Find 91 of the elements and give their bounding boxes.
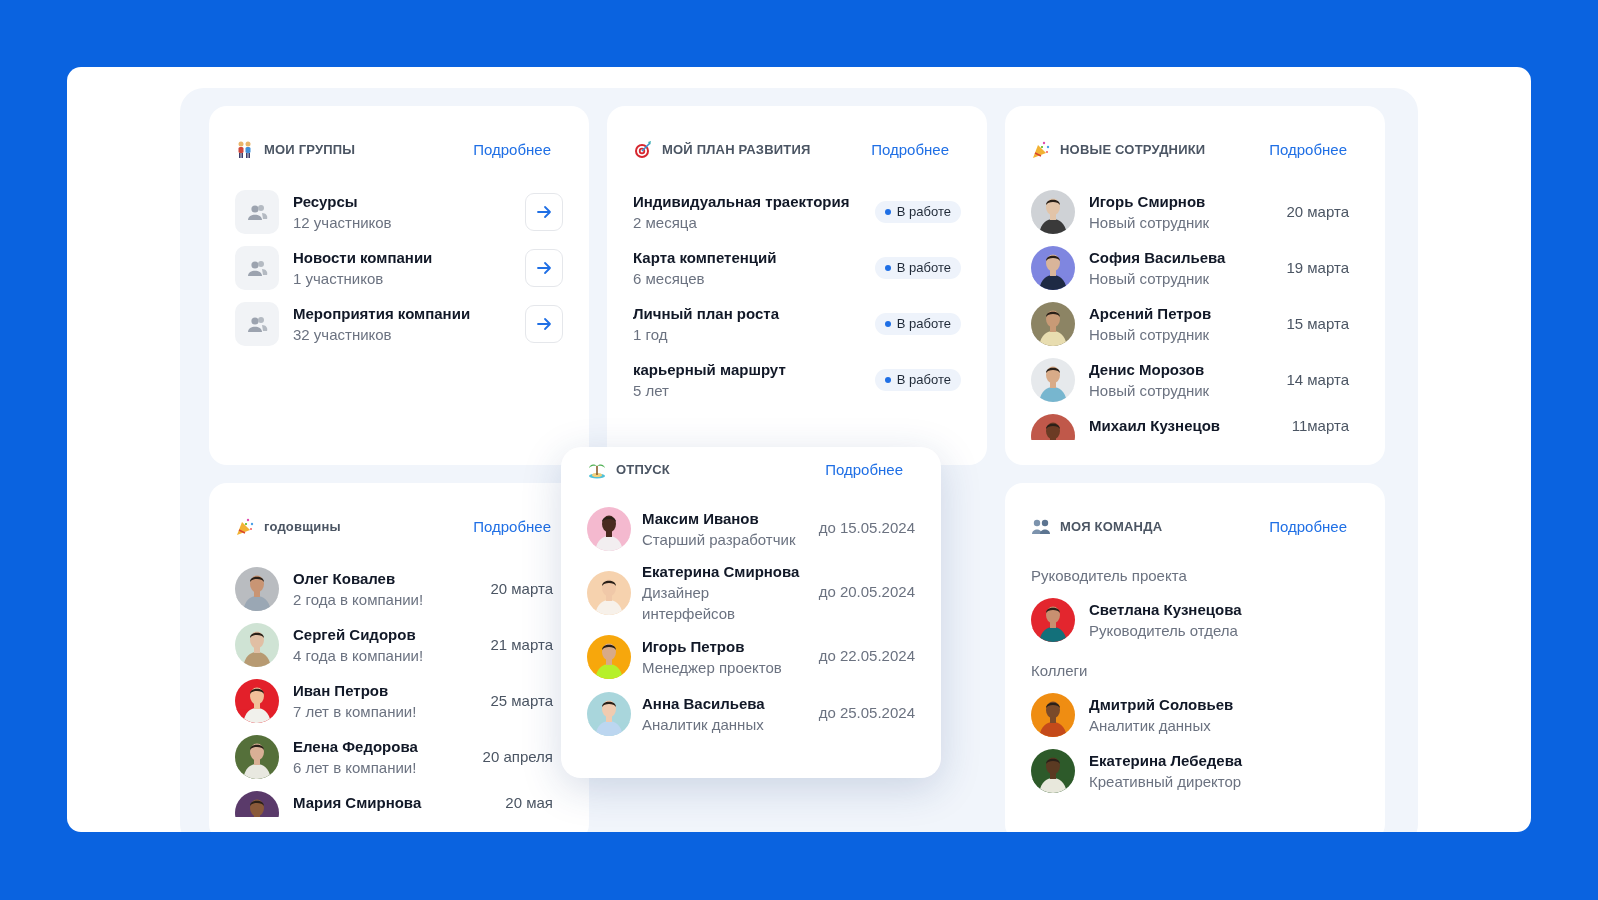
person-name: Арсений Петров [1089,304,1212,324]
person-subtitle: Аналитик данных [1089,716,1212,736]
plan-duration: 6 месяцев [633,269,706,289]
person-name: Анна Васильева [642,693,766,714]
group-name: Мероприятия компании [293,304,471,324]
person-name: Елена Федорова [293,737,418,757]
card-title: ОТПУСК [616,461,670,480]
open-group-button[interactable] [525,193,563,231]
plan-name: Личный план роста [633,304,780,324]
plan-duration: 5 лет [633,381,670,401]
person-subtitle: Менеджер проектов [642,657,783,678]
date-text: до 15.05.2024 [818,518,915,539]
open-group-button[interactable] [525,249,563,287]
open-group-button[interactable] [525,305,563,343]
person-name: Михаил Кузнецов [1089,416,1221,436]
status-badge: В работе [874,257,961,279]
person-subtitle: Новый сотрудник [1089,381,1210,401]
card-title: годовщины [264,518,341,537]
date-text: 20 апреля [482,746,553,767]
person-subtitle: Аналитик данных [642,714,765,735]
card-title: МОЙ ПЛАН РАЗВИТИЯ [662,141,811,160]
section-label: Руководитель проекта [1031,566,1188,586]
date-text: 14 марта [1286,369,1349,390]
person-subtitle: Старший разработчик [642,529,797,550]
person-subtitle: Новый сотрудник [1089,325,1211,345]
card-title: НОВЫЕ СОТРУДНИКИ [1060,141,1206,160]
date-text: 11марта [1291,416,1349,436]
group-members: 32 участников [293,325,393,345]
date-text: 21 марта [490,634,553,655]
date-text: 25 марта [490,690,553,711]
person-name: Иван Петров [293,681,390,701]
two-people-icon [1031,517,1051,537]
arrow-right-icon [536,260,552,276]
people-icon [246,315,268,333]
people-icon [246,203,268,221]
section-label: Коллеги [1031,661,1089,681]
details-link[interactable]: Подробнее [473,138,551,162]
person-subtitle: Креативный директор [1089,772,1242,792]
person-name: Дмитрий Соловьев [1089,695,1234,715]
date-text: 15 марта [1286,313,1349,334]
date-text: 20 марта [1286,201,1349,222]
date-text: 20 марта [490,578,553,599]
people-icon [246,259,268,277]
person-name: Екатерина Смирнова [642,562,801,582]
details-link[interactable]: Подробнее [1269,138,1347,162]
plan-duration: 1 год [633,325,669,345]
person-subtitle: Дизайнер интерфейсов [642,583,737,624]
person-name: Сергей Сидоров [293,625,417,645]
card-title: МОЯ КОМАНДА [1060,518,1163,537]
plan-name: Карта компетенций [633,248,777,268]
arrow-right-icon [536,204,552,220]
date-text: до 25.05.2024 [818,703,915,724]
person-name: Игорь Смирнов [1089,192,1207,212]
target-icon [633,140,653,160]
plan-name: карьерный маршрут [633,360,786,380]
person-subtitle: 6 лет в компании! [293,758,418,778]
status-badge: В работе [874,313,961,335]
date-text: до 20.05.2024 [818,582,915,603]
plan-name: Индивидуальная траектория [633,192,850,212]
date-text: 20 мая [505,793,553,813]
person-name: Игорь Петров [642,636,746,657]
status-badge: В работе [874,201,961,223]
person-name: Максим Иванов [642,508,760,529]
details-link[interactable]: Подробнее [825,458,903,482]
person-name: Мария Смирнова [293,793,422,813]
arrow-right-icon [536,316,552,332]
party-popper-icon [1031,140,1051,160]
plan-duration: 2 месяца [633,213,698,233]
group-name: Ресурсы [293,192,359,212]
person-name: София Васильева [1089,248,1226,268]
details-link[interactable]: Подробнее [473,515,551,539]
status-badge: В работе [874,369,961,391]
date-text: до 22.05.2024 [818,646,915,667]
card-title: МОИ ГРУППЫ [264,141,356,160]
party-popper-icon [235,517,255,537]
group-name: Новости компании [293,248,433,268]
person-subtitle: Новый сотрудник [1089,213,1210,233]
person-subtitle: Руководитель отдела [1089,621,1239,641]
person-name: Денис Морозов [1089,360,1206,380]
group-members: 12 участников [293,213,392,233]
details-link[interactable]: Подробнее [871,138,949,162]
details-link[interactable]: Подробнее [1269,515,1347,539]
person-name: Екатерина Лебедева [1089,751,1242,771]
person-name: Олег Ковалев [293,569,397,589]
person-subtitle: 2 года в компании! [293,590,424,610]
person-subtitle: Новый сотрудник [1089,269,1211,289]
person-subtitle: 4 года в компании! [293,646,424,666]
person-name: Светлана Кузнецова [1089,600,1242,620]
date-text: 19 марта [1286,257,1349,278]
group-members: 1 участников [293,269,385,289]
person-subtitle: 7 лет в компании! [293,702,417,722]
